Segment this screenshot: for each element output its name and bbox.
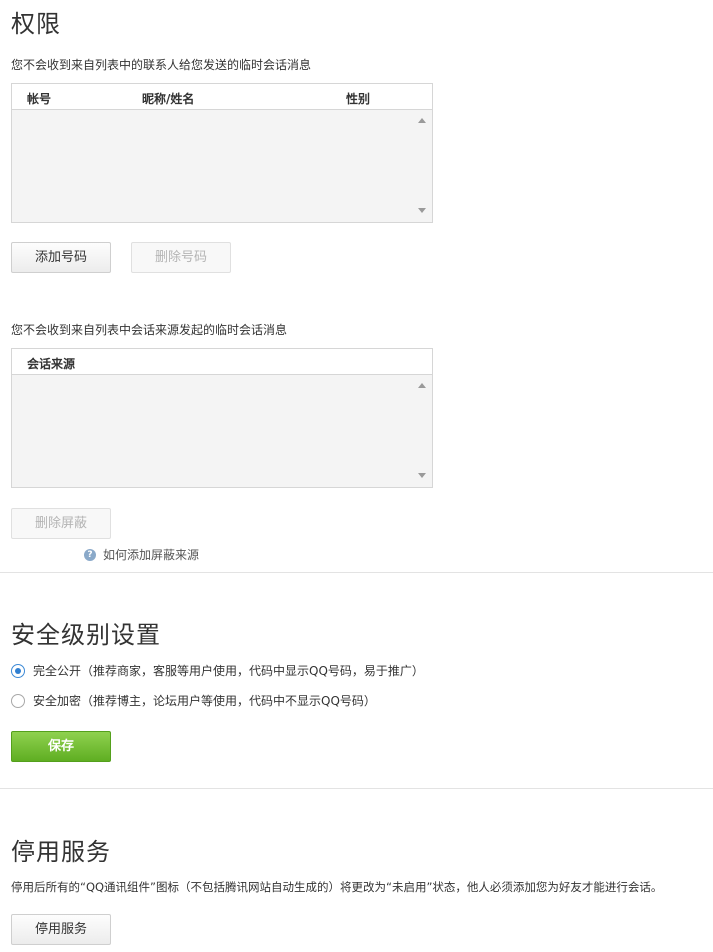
help-add-block-source[interactable]: ? 如何添加屏蔽来源 bbox=[84, 546, 199, 563]
disable-service-description: 停用后所有的“QQ通讯组件”图标（不包括腾讯网站自动生成的）将更改为“未启用”状… bbox=[11, 880, 663, 894]
scroll-up-icon[interactable] bbox=[418, 383, 426, 388]
radio-public[interactable] bbox=[11, 663, 25, 678]
disable-service-title: 停用服务 bbox=[11, 838, 111, 866]
security-option-encrypted[interactable]: 安全加密（推荐博主，论坛用户等使用，代码中不显示QQ号码） bbox=[11, 692, 376, 709]
column-nickname: 昵称/姓名 bbox=[142, 92, 195, 106]
scroll-down-icon[interactable] bbox=[418, 473, 426, 478]
permissions-title: 权限 bbox=[11, 10, 61, 38]
save-button[interactable]: 保存 bbox=[11, 731, 111, 762]
column-session-source: 会话来源 bbox=[27, 357, 76, 371]
add-number-button[interactable]: 添加号码 bbox=[11, 242, 111, 273]
question-icon: ? bbox=[84, 548, 96, 561]
delete-block-button[interactable]: 删除屏蔽 bbox=[11, 508, 111, 539]
radio-encrypted[interactable] bbox=[11, 693, 25, 708]
contacts-table-header: 帐号 昵称/姓名 性别 bbox=[12, 84, 432, 110]
security-option-encrypted-label[interactable]: 安全加密（推荐博主，论坛用户等使用，代码中不显示QQ号码） bbox=[33, 692, 376, 709]
section-divider bbox=[0, 572, 713, 573]
scroll-down-icon[interactable] bbox=[418, 208, 426, 213]
section-divider bbox=[0, 788, 713, 789]
column-account: 帐号 bbox=[27, 92, 52, 106]
sources-table[interactable]: 会话来源 bbox=[11, 348, 433, 488]
contacts-table-body[interactable] bbox=[12, 110, 432, 221]
disable-service-button[interactable]: 停用服务 bbox=[11, 914, 111, 945]
sources-description: 您不会收到来自列表中会话来源发起的临时会话消息 bbox=[11, 323, 288, 337]
scroll-up-icon[interactable] bbox=[418, 118, 426, 123]
help-link-text[interactable]: 如何添加屏蔽来源 bbox=[103, 546, 199, 563]
sources-table-body[interactable] bbox=[12, 375, 432, 486]
sources-table-header: 会话来源 bbox=[12, 349, 432, 375]
security-option-public-label[interactable]: 完全公开（推荐商家，客服等用户使用，代码中显示QQ号码，易于推广） bbox=[33, 662, 424, 679]
contacts-table[interactable]: 帐号 昵称/姓名 性别 bbox=[11, 83, 433, 223]
contacts-description: 您不会收到来自列表中的联系人给您发送的临时会话消息 bbox=[11, 58, 312, 72]
column-gender: 性别 bbox=[346, 92, 371, 106]
security-title: 安全级别设置 bbox=[11, 621, 161, 649]
delete-number-button[interactable]: 删除号码 bbox=[131, 242, 231, 273]
security-option-public[interactable]: 完全公开（推荐商家，客服等用户使用，代码中显示QQ号码，易于推广） bbox=[11, 662, 424, 679]
